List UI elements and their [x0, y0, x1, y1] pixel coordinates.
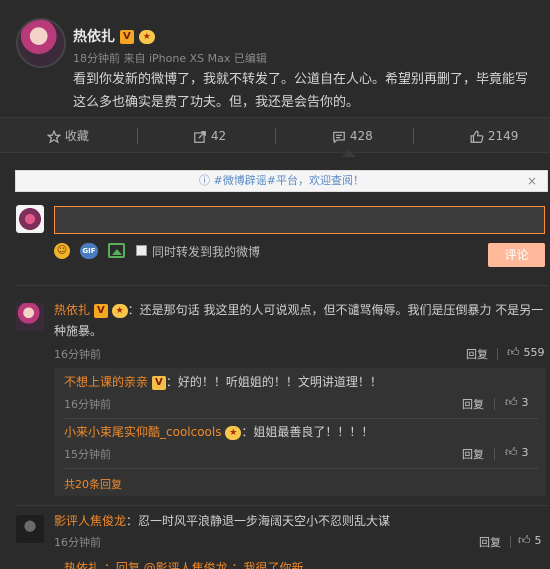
comment-avatar[interactable]	[16, 303, 44, 331]
sub-reply-like-button[interactable]: 👍︎ 3	[505, 445, 529, 460]
vip-crown-icon: ★	[111, 303, 128, 318]
action-divider	[275, 128, 276, 144]
comment-like-button[interactable]: 👍︎ 5	[518, 533, 542, 548]
partial-reply-row: 热依扎 ：回复 @影评人焦俊龙 ：我很了你新……	[64, 561, 328, 569]
sub-reply-text: ：姐姐最善良了！！！！	[241, 425, 374, 439]
action-divider	[413, 128, 414, 144]
comment-text: ：忍一时风平浪静退一步海阔天空小不忍则乱大谋	[126, 514, 391, 528]
favorite-button[interactable]: 收藏	[46, 118, 89, 154]
comment-author[interactable]: 影评人焦俊龙	[54, 514, 126, 528]
post-author-name[interactable]: 热依扎	[73, 29, 115, 45]
thumbs-up-icon: 👍︎	[518, 533, 531, 547]
post-action-bar: 收藏 42 428 2149	[0, 117, 550, 153]
repost-count: 42	[210, 129, 227, 143]
repost-button[interactable]: 42	[193, 118, 226, 154]
comment-button[interactable]: 428	[332, 118, 373, 154]
image-icon[interactable]	[108, 243, 125, 258]
verified-v-icon: V	[151, 375, 166, 390]
like-button[interactable]: 2149	[470, 118, 518, 154]
verified-v-icon: V	[119, 30, 134, 44]
forward-checkbox[interactable]	[136, 245, 147, 256]
rumor-notice-bar: ⓘ #微博辟谣#平台，欢迎查阅！ ×	[15, 170, 548, 192]
post-time[interactable]: 18分钟前	[73, 52, 120, 65]
reply-like-divider	[494, 398, 495, 410]
more-replies-link[interactable]: 共20条回复	[64, 476, 122, 492]
favorite-label: 收藏	[64, 129, 89, 143]
info-icon: ⓘ	[199, 174, 211, 187]
sub-reply-author[interactable]: 不想上课的亲亲	[64, 375, 148, 389]
post-text: 看到你发新的微博了，我就不转发了。公道自在人心。希望别再删了，毕竟能写这么多也确…	[73, 72, 529, 110]
star-icon	[46, 129, 62, 144]
reply-button[interactable]: 回复	[466, 346, 488, 362]
comment-text: ：还是那句话 我这里的人可说观点，但不谴骂侮辱。我们是压倒暴力 不是另一种施暴。	[54, 303, 544, 338]
comment-body: 热依扎 V ★ ：还是那句话 我这里的人可说观点，但不谴骂侮辱。我们是压倒暴力 不…	[54, 300, 544, 342]
comment-avatar[interactable]	[16, 515, 44, 543]
sub-reply-button[interactable]: 回复	[462, 446, 484, 462]
sub-reply-body: 不想上课的亲亲 V ：好的！！听姐姐的！！文明讲道理！！	[64, 372, 534, 393]
submit-comment-button[interactable]: 评论	[488, 243, 545, 267]
comment-divider	[15, 505, 548, 506]
vip-crown-icon: ★	[225, 425, 242, 440]
my-avatar[interactable]	[16, 205, 44, 233]
comment-like-button[interactable]: 👍︎ 559	[507, 345, 545, 360]
sub-reply-author[interactable]: 小来小束尾实仰酷_coolcools	[64, 425, 221, 439]
notice-text[interactable]: #微博辟谣#平台，欢迎查阅！	[214, 174, 364, 187]
emoji-icon[interactable]: ☺	[54, 243, 70, 259]
sub-reply-like-count: 3	[521, 446, 529, 459]
forward-label: 同时转发到我的微博	[152, 245, 261, 259]
reply-like-divider	[497, 348, 498, 360]
thumbs-up-icon	[470, 130, 484, 143]
comment-body: 影评人焦俊龙：忍一时风平浪静退一步海阔天空小不忍则乱大谋	[54, 511, 544, 532]
sub-reply-time: 15分钟前	[64, 448, 111, 461]
post-edited-label[interactable]: 已编辑	[234, 52, 267, 65]
post-author-line: 热依扎 V ★	[73, 26, 155, 46]
verified-v-icon: V	[93, 303, 108, 318]
reply-like-divider	[510, 536, 511, 548]
author-avatar[interactable]	[16, 18, 66, 68]
comment-like-count: 559	[523, 346, 545, 359]
sub-reply-divider	[64, 418, 538, 419]
notice-close-icon[interactable]: ×	[527, 171, 537, 191]
comment-author[interactable]: 热依扎	[54, 303, 90, 317]
sub-reply-like-button[interactable]: 👍︎ 3	[505, 395, 529, 410]
thumbs-up-icon: 👍︎	[505, 445, 518, 459]
vip-crown-icon: ★	[138, 30, 155, 44]
comment-time: 16分钟前	[54, 536, 101, 549]
comment-time: 16分钟前	[54, 348, 101, 361]
like-count: 2149	[487, 129, 519, 143]
sub-reply-divider	[64, 468, 538, 469]
sub-reply-like-count: 3	[521, 396, 529, 409]
comment-count: 428	[349, 129, 373, 143]
sub-reply-button[interactable]: 回复	[462, 396, 484, 412]
reply-like-divider	[494, 448, 495, 460]
thumbs-up-icon: 👍︎	[505, 395, 518, 409]
comment-input[interactable]	[54, 206, 545, 234]
sub-reply-body: 小来小束尾实仰酷_coolcools ★ ：姐姐最善良了！！！！	[64, 422, 534, 443]
section-divider	[15, 285, 548, 286]
gif-icon[interactable]: GIF	[80, 243, 98, 259]
repost-icon	[194, 130, 206, 143]
thumbs-up-icon: 👍︎	[507, 345, 520, 359]
sub-reply-time: 16分钟前	[64, 398, 111, 411]
reply-button[interactable]: 回复	[479, 534, 501, 550]
post-source: 来自 iPhone XS Max	[123, 52, 231, 65]
active-tab-pointer	[342, 150, 356, 157]
comment-icon	[333, 131, 345, 143]
post-meta: 18分钟前 来自 iPhone XS Max 已编辑	[73, 50, 267, 66]
action-divider	[137, 128, 138, 144]
comment-like-count: 5	[534, 534, 542, 547]
sub-reply-text: ：好的！！听姐姐的！！文明讲道理！！	[165, 375, 382, 389]
